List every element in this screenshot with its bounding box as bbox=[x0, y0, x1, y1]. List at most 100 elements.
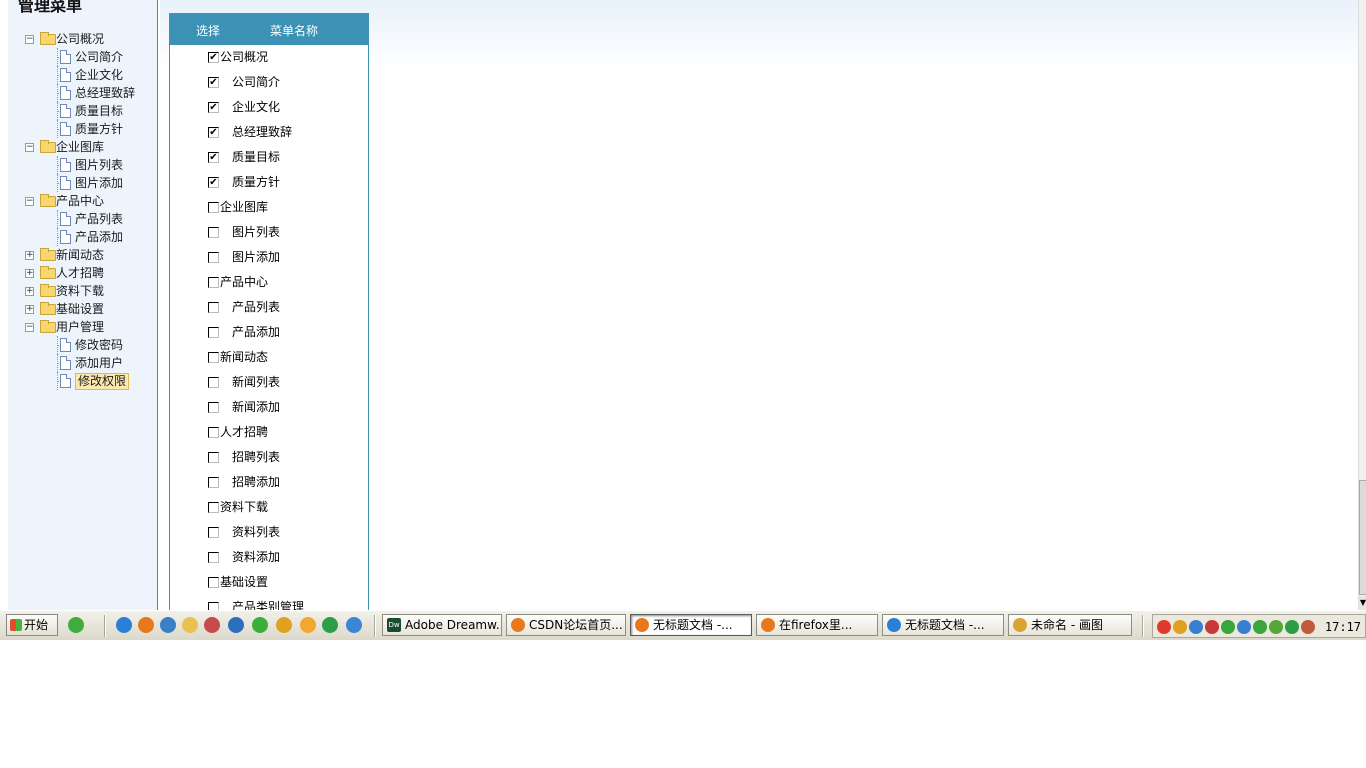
tree-doc-item[interactable]: 产品列表 bbox=[8, 210, 157, 228]
expand-icon[interactable]: + bbox=[25, 287, 34, 296]
face-icon[interactable] bbox=[300, 617, 316, 633]
task-button[interactable]: Dw Adobe Dreamw... bbox=[382, 614, 502, 636]
plus-icon[interactable] bbox=[252, 617, 268, 633]
checkbox-unchecked[interactable] bbox=[208, 577, 219, 588]
search-icon[interactable] bbox=[1237, 620, 1251, 634]
tree-folder-item[interactable]: − 用户管理 bbox=[8, 318, 157, 336]
ie-icon[interactable] bbox=[116, 617, 132, 633]
tree-doc-item[interactable]: 公司简介 bbox=[8, 48, 157, 66]
folder-icon[interactable] bbox=[182, 617, 198, 633]
checkbox-checked[interactable]: ✔ bbox=[208, 102, 219, 113]
arrow-icon[interactable] bbox=[322, 617, 338, 633]
tree-doc-item[interactable]: 质量方针 bbox=[8, 120, 157, 138]
checkbox-unchecked[interactable] bbox=[208, 227, 219, 238]
book-icon[interactable] bbox=[228, 617, 244, 633]
tree-folder-item[interactable]: + 资料下载 bbox=[8, 282, 157, 300]
start-button[interactable]: 开始 bbox=[6, 614, 58, 636]
checkbox-checked[interactable]: ✔ bbox=[208, 152, 219, 163]
checkbox-checked[interactable]: ✔ bbox=[208, 52, 219, 63]
checkbox-unchecked[interactable] bbox=[208, 327, 219, 338]
volume-icon[interactable] bbox=[1301, 620, 1315, 634]
tree-doc-item[interactable]: 图片添加 bbox=[8, 174, 157, 192]
checkbox-unchecked[interactable] bbox=[208, 352, 219, 363]
checkbox-unchecked[interactable] bbox=[208, 477, 219, 488]
tool-icon[interactable] bbox=[204, 617, 220, 633]
document-icon bbox=[60, 338, 71, 352]
checkbox-unchecked[interactable] bbox=[208, 452, 219, 463]
sogou-icon[interactable] bbox=[1157, 620, 1171, 634]
globe-icon[interactable] bbox=[346, 617, 362, 633]
checkbox-checked[interactable]: ✔ bbox=[208, 77, 219, 88]
scroll-down-arrow-icon[interactable]: ▼ bbox=[1359, 596, 1366, 610]
expand-icon[interactable]: + bbox=[25, 269, 34, 278]
tree-doc-item[interactable]: 修改权限 bbox=[8, 372, 157, 390]
task-button[interactable]: 无标题文档 -... bbox=[630, 614, 752, 636]
tree-folder-item[interactable]: − 公司概况 bbox=[8, 30, 157, 48]
tree-doc-item[interactable]: 企业文化 bbox=[8, 66, 157, 84]
clock[interactable]: 17:17 bbox=[1325, 615, 1361, 639]
checkbox-unchecked[interactable] bbox=[208, 502, 219, 513]
task-label: CSDN论坛首页... bbox=[529, 618, 623, 632]
signal-icon[interactable] bbox=[1269, 620, 1283, 634]
tree-doc-item[interactable]: 修改密码 bbox=[8, 336, 157, 354]
tree-folder-item[interactable]: − 产品中心 bbox=[8, 192, 157, 210]
checkbox-unchecked[interactable] bbox=[208, 302, 219, 313]
collapse-icon[interactable]: − bbox=[25, 323, 34, 332]
firefox-icon bbox=[635, 618, 649, 632]
collapse-icon[interactable]: − bbox=[25, 35, 34, 44]
network-icon[interactable] bbox=[1189, 620, 1203, 634]
vertical-scrollbar[interactable]: ▼ bbox=[1358, 0, 1366, 610]
checkbox-unchecked[interactable] bbox=[208, 602, 219, 610]
checkbox-unchecked[interactable] bbox=[208, 202, 219, 213]
collapse-icon[interactable]: − bbox=[25, 143, 34, 152]
menu-name-label: 产品添加 bbox=[232, 325, 281, 339]
checkbox-unchecked[interactable] bbox=[208, 252, 219, 263]
task-button[interactable]: 在firefox里... bbox=[756, 614, 878, 636]
refresh-icon[interactable] bbox=[160, 617, 176, 633]
checkbox-checked[interactable]: ✔ bbox=[208, 127, 219, 138]
tree-folder-item[interactable]: − 企业图库 bbox=[8, 138, 157, 156]
collapse-icon[interactable]: − bbox=[25, 197, 34, 206]
permission-row: 产品列表 bbox=[170, 295, 368, 320]
plus-tray-icon[interactable] bbox=[1285, 620, 1299, 634]
expand-icon[interactable]: + bbox=[25, 305, 34, 314]
permission-row: 招聘列表 bbox=[170, 445, 368, 470]
firefox-icon[interactable] bbox=[138, 617, 154, 633]
menu-name-label: 企业文化 bbox=[232, 100, 281, 114]
tree-item-label: 新闻动态 bbox=[56, 248, 105, 262]
task-button[interactable]: 未命名 - 画图 bbox=[1008, 614, 1132, 636]
tree-doc-item[interactable]: 图片列表 bbox=[8, 156, 157, 174]
checkbox-unchecked[interactable] bbox=[208, 427, 219, 438]
permission-row: 图片列表 bbox=[170, 220, 368, 245]
tree-doc-item[interactable]: 总经理致辞 bbox=[8, 84, 157, 102]
checkbox-unchecked[interactable] bbox=[208, 277, 219, 288]
task-button[interactable]: CSDN论坛首页... bbox=[506, 614, 626, 636]
network-error-icon[interactable] bbox=[1205, 620, 1219, 634]
menu-name-label: 资料添加 bbox=[232, 550, 281, 564]
screen: 管理菜单 − 公司概况 公司简介 企业文化 总经理致辞 质量目标 质量方针 − 企业图库 图片列表… bbox=[0, 0, 1366, 640]
qq-tray-icon[interactable] bbox=[1173, 620, 1187, 634]
left-menu-frame: 管理菜单 − 公司概况 公司简介 企业文化 总经理致辞 质量目标 质量方针 − 企业图库 图片列表… bbox=[8, 0, 158, 610]
tree-folder-item[interactable]: + 基础设置 bbox=[8, 300, 157, 318]
checkbox-unchecked[interactable] bbox=[208, 527, 219, 538]
check-icon[interactable] bbox=[1221, 620, 1235, 634]
task-button[interactable]: 无标题文档 -... bbox=[882, 614, 1004, 636]
tree-doc-item[interactable]: 添加用户 bbox=[8, 354, 157, 372]
shield-icon[interactable] bbox=[1253, 620, 1267, 634]
checkbox-unchecked[interactable] bbox=[208, 402, 219, 413]
tree-folder-item[interactable]: + 新闻动态 bbox=[8, 246, 157, 264]
tree-doc-item[interactable]: 质量目标 bbox=[8, 102, 157, 120]
checkbox-unchecked[interactable] bbox=[208, 377, 219, 388]
tree-item-label: 基础设置 bbox=[56, 302, 105, 316]
tree-folder-item[interactable]: + 人才招聘 bbox=[8, 264, 157, 282]
checkbox-unchecked[interactable] bbox=[208, 552, 219, 563]
scrollbar-thumb[interactable] bbox=[1359, 480, 1366, 595]
checkbox-checked[interactable]: ✔ bbox=[208, 177, 219, 188]
folder-icon bbox=[40, 266, 56, 279]
tree-doc-item[interactable]: 产品添加 bbox=[8, 228, 157, 246]
messenger-icon[interactable] bbox=[68, 617, 84, 633]
expand-icon[interactable]: + bbox=[25, 251, 34, 260]
menu-name-label: 图片列表 bbox=[232, 225, 281, 239]
qq-icon[interactable] bbox=[276, 617, 292, 633]
tree-item-label: 产品中心 bbox=[56, 194, 105, 208]
